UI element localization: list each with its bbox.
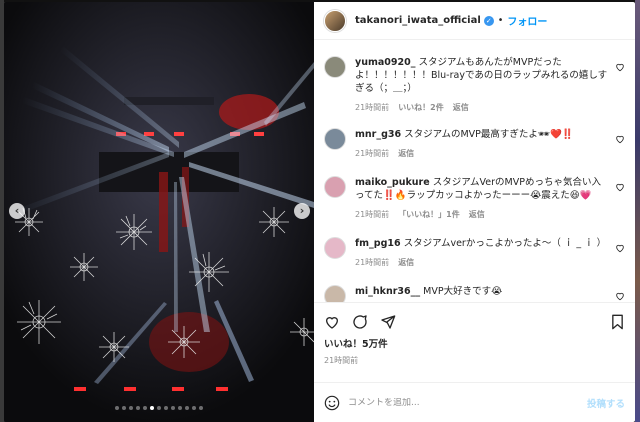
post-side-panel: takanori_iwata_official ✓ • フォロー yuma092…: [314, 2, 635, 422]
comment-likes[interactable]: 「いいね！」1件: [398, 210, 460, 219]
carousel-dot: [157, 406, 161, 410]
comment-body: yuma0920_ スタジアムもあんたがMVPだったよ！！！！！！！Blu-ray…: [355, 56, 625, 114]
comment-meta: 21時間前 返信: [355, 256, 609, 269]
carousel-dot: [129, 406, 133, 410]
commenter-username[interactable]: yuma0920_: [355, 57, 415, 68]
backdrop-right: [635, 0, 640, 422]
carousel-dot: [150, 406, 154, 410]
carousel-dot: [164, 406, 168, 410]
commenter-username[interactable]: maiko_pukure: [355, 177, 430, 188]
concert-stage-image: [4, 2, 314, 422]
verified-badge-icon: ✓: [483, 15, 494, 26]
comment-like-icon[interactable]: [615, 243, 625, 253]
comment-body: fm_pg16 スタジアムverかっこよかったよ〜（ ｉ _ ｉ ） 21時間前返…: [355, 237, 625, 269]
comment-like-icon[interactable]: [615, 134, 625, 144]
comment-time: 21時間前: [355, 149, 390, 158]
carousel-dot: [115, 406, 119, 410]
reply-button[interactable]: 返信: [453, 103, 469, 112]
commenter-avatar[interactable]: [324, 285, 346, 302]
comment-like-icon[interactable]: [615, 291, 625, 301]
post-comment-button[interactable]: 投稿する: [587, 396, 625, 410]
comment-body: mnr_g36 スタジアムのMVP最高すぎたよ🕶❤️‼️ 21時間前 返信: [355, 128, 625, 160]
carousel-next-button[interactable]: ›: [294, 203, 310, 219]
post-media: ‹ ›: [4, 2, 314, 422]
comment-like-icon[interactable]: [615, 182, 625, 192]
commenter-username[interactable]: mnr_g36: [355, 129, 401, 140]
commenter-avatar[interactable]: [324, 237, 346, 259]
comment-body: mi_hknr36__MVP大好きです😭 21時間前返信: [355, 285, 625, 302]
carousel-dot: [185, 406, 189, 410]
carousel-dot: [178, 406, 182, 410]
comment-meta: 21時間前 返信: [355, 147, 609, 160]
follow-button[interactable]: フォロー: [507, 13, 547, 28]
carousel-dot: [199, 406, 203, 410]
post-actions: いいね！5万件 21時間前: [314, 302, 635, 382]
comment-item: fm_pg16 スタジアムverかっこよかったよ〜（ ｉ _ ｉ ） 21時間前返…: [324, 237, 625, 269]
carousel-dot: [171, 406, 175, 410]
action-icon-row: [324, 312, 625, 332]
carousel-dot: [122, 406, 126, 410]
carousel-dot: [143, 406, 147, 410]
reply-button[interactable]: 返信: [398, 149, 414, 158]
comment-input[interactable]: [348, 397, 587, 408]
heart-icon[interactable]: [324, 314, 340, 330]
commenter-avatar[interactable]: [324, 128, 346, 150]
comment-time: 21時間前: [355, 103, 390, 112]
comment-likes[interactable]: いいね！2件: [398, 103, 444, 112]
comment-text: スタジアムverかっこよかったよ〜（ ｉ _ ｉ ）: [403, 238, 607, 249]
carousel-dot: [192, 406, 196, 410]
comment-list: yuma0920_ スタジアムもあんたがMVPだったよ！！！！！！！Blu-ray…: [314, 40, 635, 302]
comment-body: maiko_pukure スタジアムVerのMVPめっちゃ気合い入ってた‼️🔥ラッ…: [355, 176, 625, 221]
add-comment-bar: 投稿する: [314, 382, 635, 422]
commenter-username[interactable]: fm_pg16: [355, 238, 401, 249]
commenter-avatar[interactable]: [324, 176, 346, 198]
emoji-icon[interactable]: [324, 395, 340, 411]
comment-item: mnr_g36 スタジアムのMVP最高すぎたよ🕶❤️‼️ 21時間前 返信: [324, 128, 625, 160]
comment-item: maiko_pukure スタジアムVerのMVPめっちゃ気合い入ってた‼️🔥ラッ…: [324, 176, 625, 221]
carousel-dots: [4, 406, 314, 410]
comment-icon[interactable]: [352, 314, 368, 330]
commenter-avatar[interactable]: [324, 56, 346, 78]
reply-button[interactable]: 返信: [398, 258, 414, 267]
comment-item: mi_hknr36__MVP大好きです😭 21時間前返信: [324, 285, 625, 302]
post-timestamp: 21時間前: [324, 356, 359, 365]
post-header: takanori_iwata_official ✓ • フォロー: [314, 2, 635, 40]
comment-text: スタジアムのMVP最高すぎたよ🕶❤️‼️: [404, 129, 574, 140]
comment-item: yuma0920_ スタジアムもあんたがMVPだったよ！！！！！！！Blu-ray…: [324, 56, 625, 114]
bookmark-icon[interactable]: [610, 314, 625, 330]
comment-like-icon[interactable]: [615, 62, 625, 72]
author-avatar[interactable]: [324, 9, 346, 32]
comment-time: 21時間前: [355, 258, 390, 267]
comment-time: 21時間前: [355, 210, 390, 219]
comment-text: MVP大好きです😭: [423, 286, 503, 297]
author-username[interactable]: takanori_iwata_official: [355, 15, 481, 26]
post-modal: ‹ › takanori_iwata_official ✓ • フォロー yum…: [4, 2, 635, 422]
comment-meta: 21時間前 いいね！2件 返信: [355, 101, 609, 114]
commenter-username[interactable]: mi_hknr36__: [355, 286, 420, 297]
share-icon[interactable]: [380, 314, 396, 330]
comment-meta: 21時間前 「いいね！」1件 返信: [355, 208, 609, 221]
reply-button[interactable]: 返信: [469, 210, 485, 219]
header-separator: •: [497, 15, 504, 26]
like-count[interactable]: いいね！5万件: [324, 336, 625, 350]
carousel-dot: [136, 406, 140, 410]
carousel-prev-button[interactable]: ‹: [9, 203, 25, 219]
